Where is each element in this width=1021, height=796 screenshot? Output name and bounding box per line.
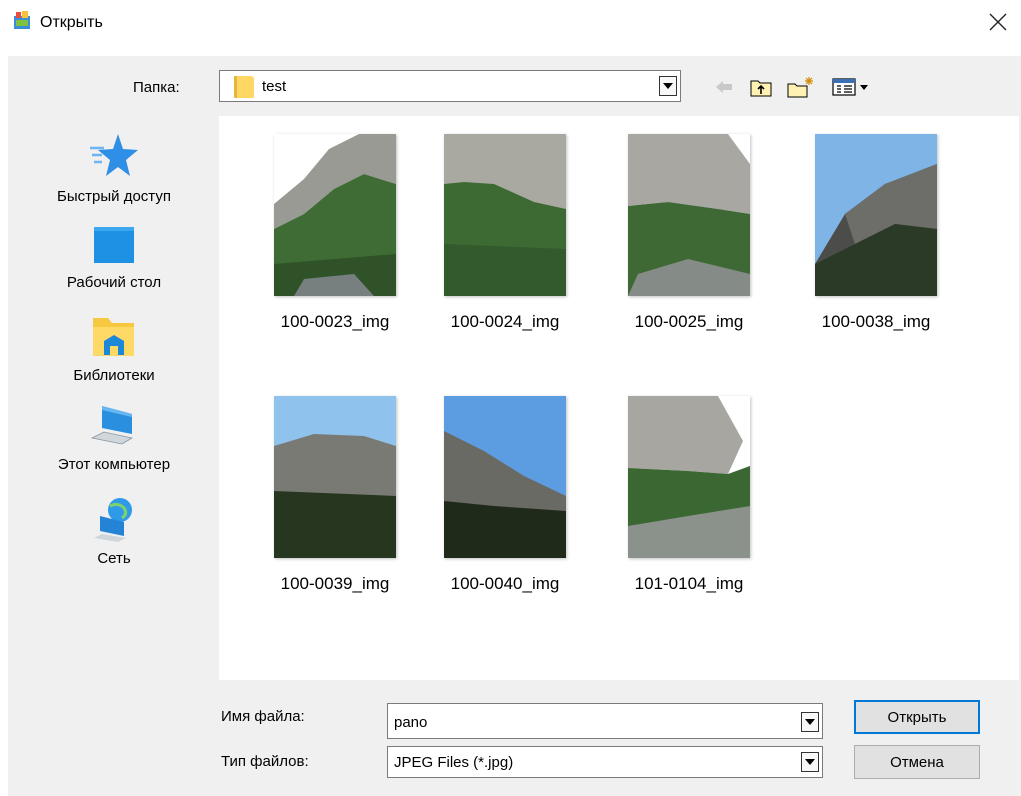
file-item[interactable]: 100-0025_img xyxy=(604,134,774,332)
file-name: 100-0024_img xyxy=(450,312,560,331)
file-list: 100-0023_img 100-0024_img 100-0025_img 1… xyxy=(219,116,1019,680)
filetype-select[interactable]: JPEG Files (*.jpg) xyxy=(387,746,823,778)
file-name: 100-0038_img xyxy=(821,312,931,331)
folder-label: Папка: xyxy=(133,79,180,96)
view-menu-button[interactable] xyxy=(830,76,878,98)
folder-select-value: test xyxy=(262,78,287,95)
star-icon xyxy=(90,134,138,176)
folder-up-icon xyxy=(750,80,772,97)
place-this-pc[interactable]: Этот компьютер xyxy=(14,404,214,473)
desktop-icon xyxy=(94,227,134,263)
computer-icon xyxy=(90,406,134,445)
chevron-down-icon[interactable] xyxy=(801,712,819,732)
filename-value: pano xyxy=(394,714,428,731)
close-icon xyxy=(989,13,1007,31)
place-label: Сеть xyxy=(97,550,131,567)
place-quick-access[interactable]: Быстрый доступ xyxy=(14,130,214,205)
open-button[interactable]: Открыть xyxy=(854,700,980,734)
filename-input[interactable]: pano xyxy=(387,703,823,739)
file-thumbnail xyxy=(815,134,937,296)
new-folder-icon xyxy=(787,77,813,98)
file-item[interactable]: 100-0039_img xyxy=(250,396,420,594)
file-name: 100-0023_img xyxy=(280,312,390,331)
folder-icon xyxy=(234,76,254,98)
place-label: Этот компьютер xyxy=(57,456,171,473)
file-name: 101-0104_img xyxy=(634,574,744,593)
folder-select[interactable]: test xyxy=(219,70,681,102)
file-name: 100-0025_img xyxy=(634,312,744,331)
new-folder-button[interactable] xyxy=(784,76,818,98)
file-item[interactable]: 100-0023_img xyxy=(250,134,420,332)
back-button[interactable] xyxy=(710,76,738,98)
file-item[interactable]: 100-0040_img xyxy=(420,396,590,594)
file-thumbnail xyxy=(444,134,566,296)
filename-label: Имя файла: xyxy=(221,708,305,725)
filetype-label: Тип файлов: xyxy=(221,753,309,770)
place-label: Рабочий стол xyxy=(66,274,162,291)
chevron-down-icon[interactable] xyxy=(801,752,819,772)
place-label: Библиотеки xyxy=(73,367,155,384)
place-desktop[interactable]: Рабочий стол xyxy=(14,224,214,291)
back-arrow-icon xyxy=(716,81,732,93)
file-name: 100-0039_img xyxy=(280,574,390,593)
close-button[interactable] xyxy=(975,0,1021,44)
view-menu-icon xyxy=(832,78,868,96)
file-item[interactable]: 100-0024_img xyxy=(420,134,590,332)
place-libraries[interactable]: Библиотеки xyxy=(14,313,214,384)
open-file-dialog: Открыть Папка: test Быстрый доступ Рабоч… xyxy=(0,0,1021,796)
cancel-button[interactable]: Отмена xyxy=(854,745,980,779)
up-folder-button[interactable] xyxy=(746,76,776,98)
app-icon xyxy=(14,11,30,29)
place-label: Быстрый доступ xyxy=(57,188,171,205)
place-network[interactable]: Сеть xyxy=(14,496,214,567)
file-thumbnail xyxy=(274,134,396,296)
window-title: Открыть xyxy=(40,14,103,31)
file-item[interactable]: 101-0104_img xyxy=(604,396,774,594)
file-thumbnail xyxy=(628,396,750,558)
file-thumbnail xyxy=(444,396,566,558)
title-bar: Открыть xyxy=(0,0,1021,56)
file-thumbnail xyxy=(274,396,396,558)
filetype-value: JPEG Files (*.jpg) xyxy=(394,754,514,771)
chevron-down-icon[interactable] xyxy=(659,76,677,96)
file-thumbnail xyxy=(628,134,750,296)
file-item[interactable]: 100-0038_img xyxy=(791,134,961,332)
libraries-icon xyxy=(93,318,134,356)
network-icon xyxy=(94,498,132,542)
file-name: 100-0040_img xyxy=(450,574,560,593)
